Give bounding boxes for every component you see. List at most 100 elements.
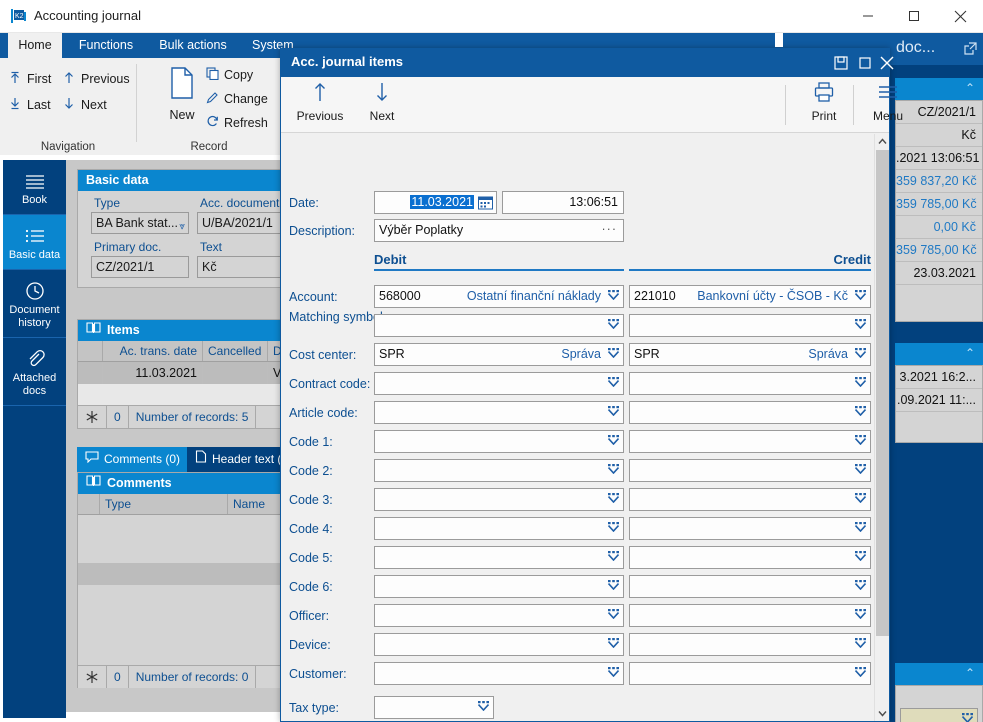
- contract-code-credit-input[interactable]: [629, 372, 871, 395]
- next-button[interactable]: Next: [62, 94, 107, 116]
- change-button[interactable]: Change: [205, 88, 268, 110]
- dialog-titlebar[interactable]: Acc. journal items: [281, 49, 894, 77]
- device-credit-input[interactable]: [629, 633, 871, 656]
- chevron-down-icon[interactable]: [607, 580, 620, 593]
- tab-home[interactable]: Home: [8, 33, 62, 58]
- chevron-down-icon[interactable]: [854, 493, 867, 506]
- close-icon[interactable]: [878, 52, 896, 74]
- last-button[interactable]: Last: [8, 94, 51, 116]
- chevron-down-icon[interactable]: [854, 551, 867, 564]
- items-col-cancelled[interactable]: Cancelled: [203, 341, 268, 361]
- dialog-menu-button[interactable]: Menu: [857, 81, 919, 123]
- save-icon[interactable]: [830, 52, 852, 74]
- tab-bulk-actions[interactable]: Bulk actions: [148, 33, 238, 58]
- chevron-down-icon[interactable]: [854, 464, 867, 477]
- dialog-print-button[interactable]: Print: [793, 81, 855, 123]
- chevron-down-icon[interactable]: [607, 377, 620, 390]
- chevron-down-icon[interactable]: [607, 667, 620, 680]
- snowflake-icon[interactable]: [78, 666, 107, 688]
- officer-debit-input[interactable]: [374, 604, 624, 627]
- comments-col-type[interactable]: Type: [100, 494, 228, 514]
- chevron-down-icon[interactable]: [607, 348, 620, 361]
- chevron-down-icon[interactable]: [607, 551, 620, 564]
- chevron-down-icon[interactable]: [854, 290, 867, 303]
- article-code-debit-input[interactable]: [374, 401, 624, 424]
- code-2-debit-input[interactable]: [374, 459, 624, 482]
- refresh-button[interactable]: Refresh: [205, 112, 268, 134]
- chevron-down-icon[interactable]: [607, 319, 620, 332]
- cost-center-credit-input[interactable]: SPR Správa: [629, 343, 871, 366]
- code-4-credit-input[interactable]: [629, 517, 871, 540]
- description-input[interactable]: Výběr Poplatky ···: [374, 219, 624, 242]
- items-col-date[interactable]: Ac. trans. date: [103, 341, 203, 361]
- sidebar-item-basic-data[interactable]: Basic data: [3, 215, 66, 270]
- chevron-down-icon[interactable]: [607, 290, 620, 303]
- maximize-icon[interactable]: [854, 52, 876, 74]
- sidebar-item-document-history[interactable]: Document history: [3, 270, 66, 338]
- code-2-credit-input[interactable]: [629, 459, 871, 482]
- chevron-down-icon[interactable]: [854, 377, 867, 390]
- copy-button[interactable]: Copy: [205, 64, 253, 86]
- matching-symbol-credit-input[interactable]: [629, 314, 871, 337]
- code-1-debit-input[interactable]: [374, 430, 624, 453]
- right-group3-header[interactable]: ⌃: [895, 663, 983, 685]
- chevron-down-icon[interactable]: [607, 638, 620, 651]
- cost-center-debit-input[interactable]: SPR Správa: [374, 343, 624, 366]
- dialog-next-button[interactable]: Next: [351, 81, 413, 123]
- minimize-icon[interactable]: [845, 0, 891, 32]
- tax-type-input[interactable]: [374, 696, 494, 719]
- tab-comments[interactable]: Comments (0): [77, 447, 187, 472]
- chevron-down-icon[interactable]: [854, 435, 867, 448]
- type-field[interactable]: BA Bank stat... ⩔: [91, 212, 189, 234]
- customer-debit-input[interactable]: [374, 662, 624, 685]
- right-group3-field[interactable]: [900, 708, 978, 722]
- code-4-debit-input[interactable]: [374, 517, 624, 540]
- description-ellipsis[interactable]: ···: [602, 220, 618, 240]
- snowflake-icon[interactable]: [78, 406, 107, 428]
- maximize-icon[interactable]: [891, 0, 937, 32]
- sidebar-item-book[interactable]: Book: [3, 160, 66, 215]
- close-icon[interactable]: [937, 0, 983, 32]
- contract-code-debit-input[interactable]: [374, 372, 624, 395]
- previous-button[interactable]: Previous: [62, 68, 130, 90]
- date-input[interactable]: 11.03.2021: [374, 191, 497, 214]
- code-1-credit-input[interactable]: [629, 430, 871, 453]
- chevron-down-icon[interactable]: [854, 638, 867, 651]
- code-6-debit-input[interactable]: [374, 575, 624, 598]
- external-link-icon[interactable]: [964, 42, 977, 58]
- chevron-down-icon[interactable]: [854, 667, 867, 680]
- code-6-credit-input[interactable]: [629, 575, 871, 598]
- matching-symbol-debit-input[interactable]: [374, 314, 624, 337]
- code-5-credit-input[interactable]: [629, 546, 871, 569]
- calendar-icon[interactable]: [478, 195, 493, 213]
- scrollbar-thumb[interactable]: [876, 150, 889, 636]
- account-credit-input[interactable]: 221010 Bankovní účty - ČSOB - Kč: [629, 285, 871, 308]
- primary-doc-field[interactable]: CZ/2021/1: [91, 256, 189, 278]
- chevron-down-icon[interactable]: [477, 701, 490, 714]
- first-button[interactable]: First: [8, 68, 51, 90]
- chevron-down-icon[interactable]: [607, 435, 620, 448]
- dialog-previous-button[interactable]: Previous: [289, 81, 351, 123]
- chevron-down-icon[interactable]: [854, 522, 867, 535]
- chevron-down-icon[interactable]: [854, 319, 867, 332]
- code-5-debit-input[interactable]: [374, 546, 624, 569]
- time-input[interactable]: 13:06:51: [502, 191, 624, 214]
- chevron-down-icon[interactable]: [607, 522, 620, 535]
- sidebar-item-attached-docs[interactable]: Attached docs: [3, 338, 66, 406]
- chevron-down-icon[interactable]: [607, 609, 620, 622]
- account-debit-input[interactable]: 568000 Ostatní finanční náklady: [374, 285, 624, 308]
- tab-header-text[interactable]: Header text (: [187, 447, 289, 472]
- right-group2-header[interactable]: ⌃: [895, 343, 983, 365]
- officer-credit-input[interactable]: [629, 604, 871, 627]
- chevron-down-icon[interactable]: [607, 406, 620, 419]
- device-debit-input[interactable]: [374, 633, 624, 656]
- tab-functions[interactable]: Functions: [66, 33, 146, 58]
- chevron-down-icon[interactable]: [854, 406, 867, 419]
- chevron-down-icon[interactable]: [607, 493, 620, 506]
- dialog-scrollbar[interactable]: [874, 134, 889, 721]
- code-3-debit-input[interactable]: [374, 488, 624, 511]
- scroll-down-icon[interactable]: [875, 706, 889, 721]
- customer-credit-input[interactable]: [629, 662, 871, 685]
- chevron-down-icon[interactable]: [854, 609, 867, 622]
- chevron-down-icon[interactable]: [854, 348, 867, 361]
